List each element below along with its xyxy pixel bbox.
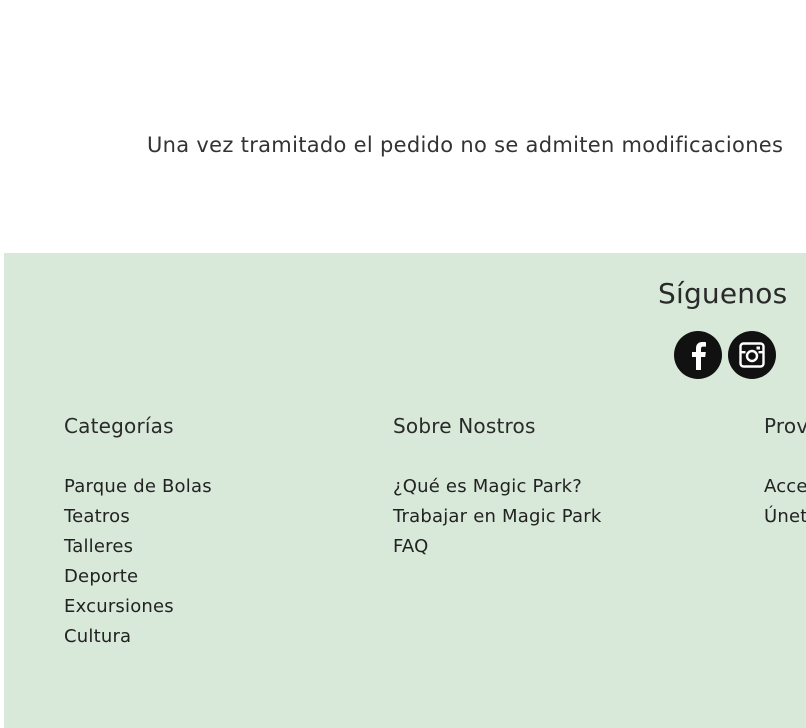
- footer-link-cultura[interactable]: Cultura: [64, 622, 212, 652]
- page: Una vez tramitado el pedido no se admite…: [0, 0, 806, 728]
- follow-us-title: Síguenos: [658, 277, 788, 310]
- instagram-link[interactable]: [728, 331, 776, 379]
- column-title: Prov: [764, 414, 806, 438]
- column-title: Sobre Nostros: [393, 414, 536, 438]
- footer-link-teatros[interactable]: Teatros: [64, 502, 212, 532]
- footer-link-trabajar[interactable]: Trabajar en Magic Park: [393, 502, 602, 532]
- instagram-icon: [739, 342, 765, 368]
- footer-link-deporte[interactable]: Deporte: [64, 562, 212, 592]
- footer-link-que-es-magic-park[interactable]: ¿Qué es Magic Park?: [393, 472, 602, 502]
- column-title: Categorías: [64, 414, 174, 438]
- footer-column-providers: Prov Acce Únet: [764, 411, 806, 532]
- facebook-link[interactable]: [674, 331, 722, 379]
- footer: Síguenos Categorías Parque de Bolas Teat…: [4, 253, 806, 728]
- footer-link-excursiones[interactable]: Excursiones: [64, 592, 212, 622]
- facebook-icon: [692, 342, 706, 370]
- order-notice: Una vez tramitado el pedido no se admite…: [147, 133, 784, 157]
- footer-column-about: Sobre Nostros ¿Qué es Magic Park? Trabaj…: [393, 411, 602, 562]
- footer-link-join[interactable]: Únet: [764, 502, 806, 532]
- footer-column-categories: Categorías Parque de Bolas Teatros Talle…: [64, 411, 212, 652]
- footer-link-parque-de-bolas[interactable]: Parque de Bolas: [64, 472, 212, 502]
- footer-link-access[interactable]: Acce: [764, 472, 806, 502]
- footer-link-faq[interactable]: FAQ: [393, 532, 602, 562]
- footer-link-talleres[interactable]: Talleres: [64, 532, 212, 562]
